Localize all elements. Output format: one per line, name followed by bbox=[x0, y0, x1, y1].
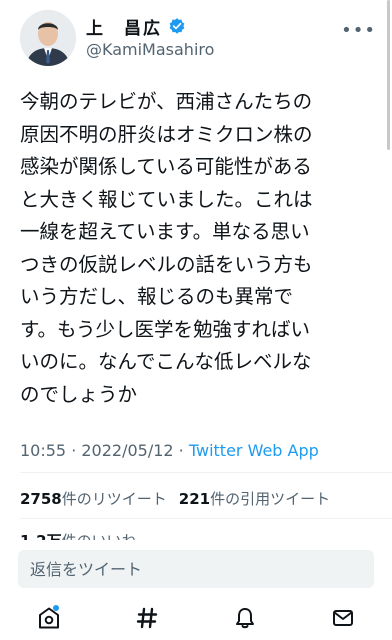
tab-messages[interactable] bbox=[323, 598, 363, 638]
profile-names: 上 昌広 @KamiMasahiro bbox=[86, 14, 214, 59]
divider bbox=[20, 518, 392, 519]
display-name[interactable]: 上 昌広 bbox=[86, 14, 162, 39]
tab-explore[interactable] bbox=[127, 598, 167, 638]
retweets-count: 2758 bbox=[20, 490, 62, 508]
tweet-date: 2022/05/12 bbox=[81, 441, 174, 460]
reply-area bbox=[0, 540, 392, 640]
verified-badge-icon bbox=[169, 18, 185, 34]
quotes-count: 221 bbox=[178, 490, 211, 508]
meta-separator: · bbox=[173, 441, 189, 460]
notification-dot bbox=[53, 605, 59, 611]
hashtag-icon bbox=[136, 607, 158, 629]
tweet-time: 10:55 bbox=[20, 441, 67, 460]
retweets-stat[interactable]: 2758件のリツイート bbox=[20, 488, 167, 509]
engagement-stats: 2758件のリツイート 221件の引用ツイート bbox=[20, 488, 330, 509]
bell-icon bbox=[236, 608, 254, 629]
retweets-label: 件のリツイート bbox=[61, 490, 167, 508]
tweet-text: 今朝のテレビが、西浦さんたちの 原因不明の肝炎はオミクロン株の 感染が関係してい… bbox=[20, 90, 313, 406]
mail-icon bbox=[333, 610, 353, 626]
reply-box[interactable] bbox=[18, 550, 374, 588]
tweet-metadata: 10:55 · 2022/05/12 · Twitter Web App bbox=[20, 441, 319, 460]
tweet-header: 上 昌広 @KamiMasahiro ••• bbox=[20, 10, 392, 68]
avatar[interactable] bbox=[20, 10, 76, 66]
source-app-link[interactable]: Twitter Web App bbox=[189, 441, 319, 460]
reply-input[interactable] bbox=[18, 550, 350, 588]
meta-separator: · bbox=[66, 441, 82, 460]
tab-home[interactable] bbox=[29, 598, 69, 638]
user-handle[interactable]: @KamiMasahiro bbox=[86, 40, 214, 59]
more-options-icon[interactable]: ••• bbox=[341, 20, 376, 41]
bottom-tab-bar bbox=[0, 596, 392, 640]
quotes-label: 件の引用ツイート bbox=[210, 490, 331, 508]
divider bbox=[20, 472, 392, 473]
tab-notifications[interactable] bbox=[225, 598, 265, 638]
quotes-stat[interactable]: 221件の引用ツイート bbox=[179, 488, 330, 509]
